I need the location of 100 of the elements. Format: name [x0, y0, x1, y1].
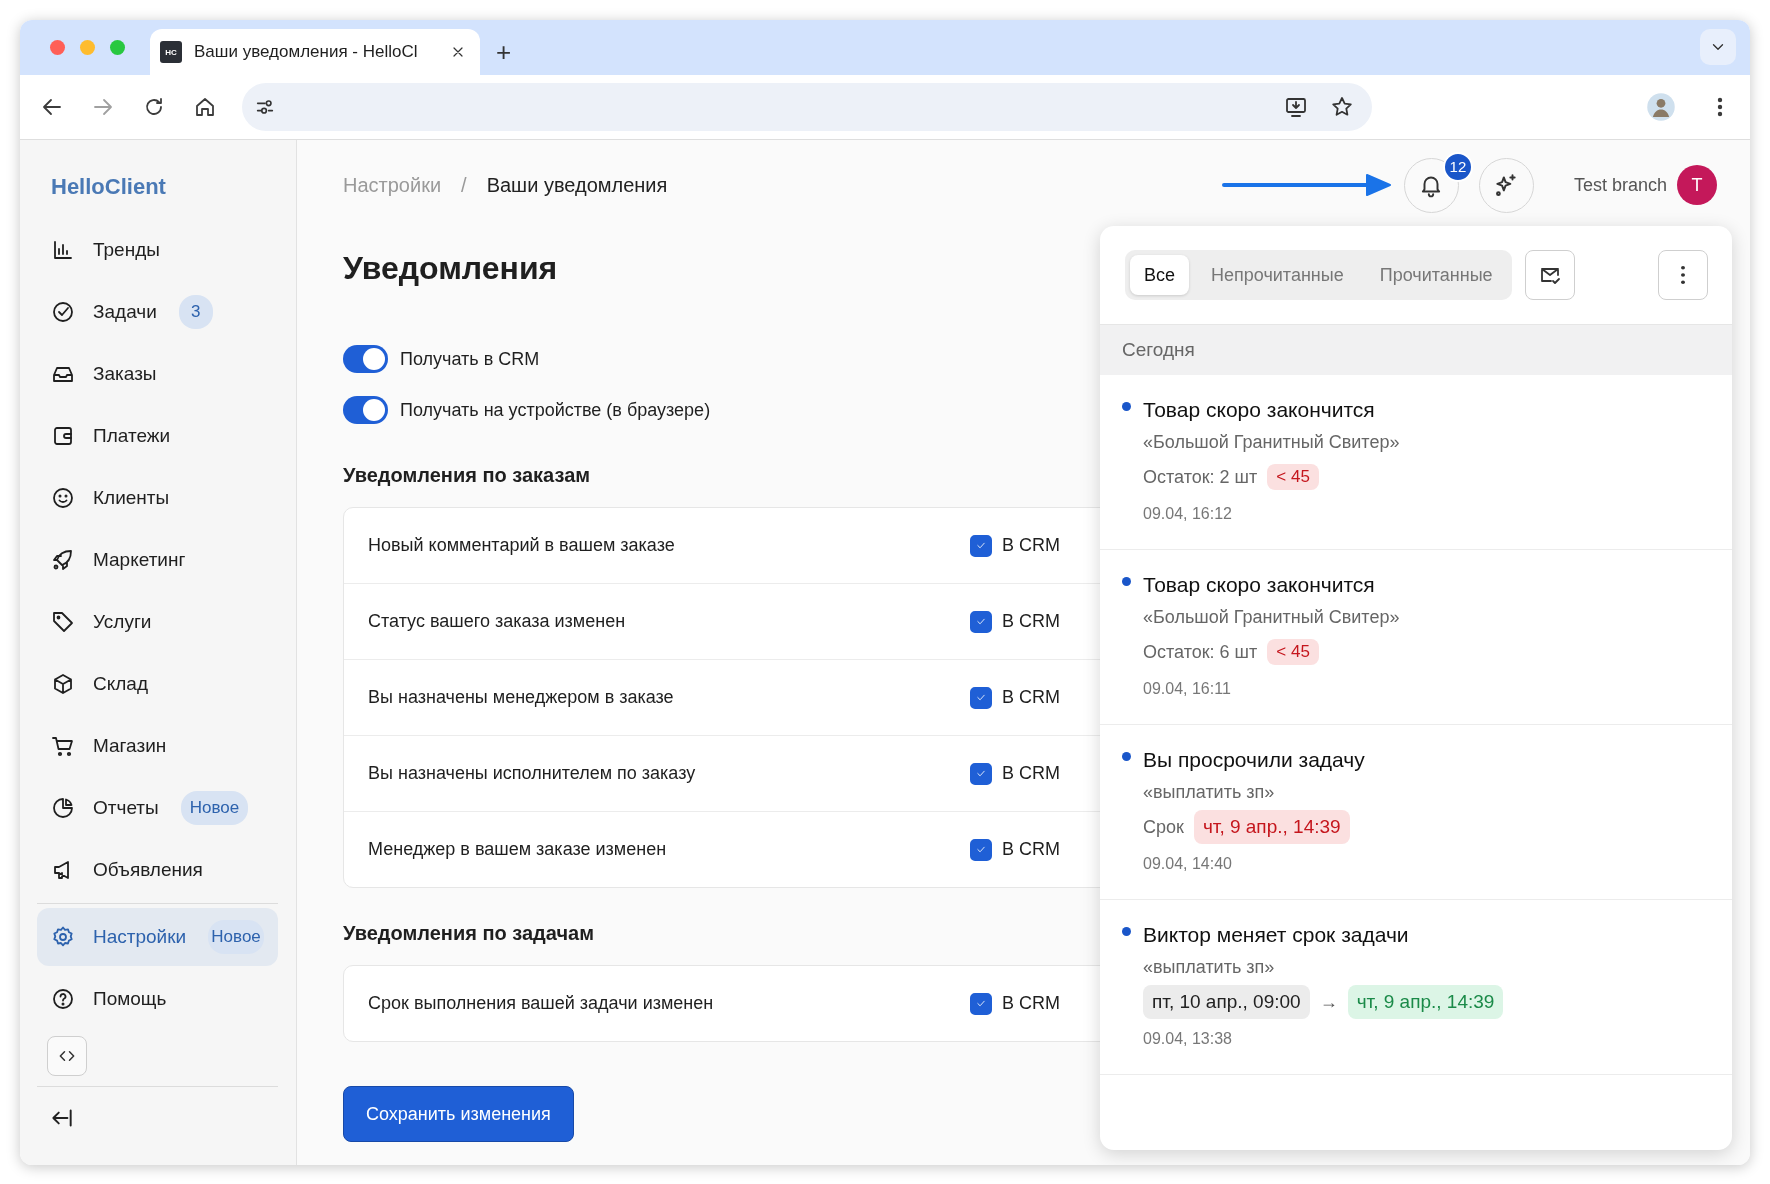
breadcrumb-separator: /: [461, 173, 467, 197]
setting-label: Срок выполнения вашей задачи изменен: [368, 993, 714, 1014]
star-icon[interactable]: [1330, 95, 1354, 119]
profile-avatar[interactable]: [1646, 92, 1676, 122]
new-tab-button[interactable]: +: [496, 37, 512, 67]
notification-subtitle: «выплатить зп»: [1143, 956, 1276, 979]
checkbox[interactable]: [970, 762, 992, 785]
checkmark-icon: [974, 540, 988, 551]
sidebar-item[interactable]: Отчеты Новое: [37, 777, 278, 839]
cart-icon: [51, 734, 75, 758]
detail-label: Остаток: 6 шт: [1143, 641, 1258, 663]
tab-title: Ваши уведомления - HelloCl: [194, 42, 419, 62]
home-icon[interactable]: [193, 95, 217, 119]
notification-count-badge: 12: [1442, 151, 1473, 182]
sidebar-badge: 3: [178, 295, 213, 329]
sidebar-label: Клиенты: [93, 487, 170, 509]
sidebar-label: Помощь: [93, 988, 167, 1010]
notification-title: Вы просрочили задачу: [1143, 748, 1365, 772]
status-tag: < 45: [1267, 639, 1319, 665]
sidebar-item[interactable]: Заказы: [37, 343, 278, 405]
checkmark-icon: [974, 616, 988, 627]
more-icon: [1681, 266, 1685, 284]
sidebar-label: Задачи: [93, 301, 157, 323]
sidebar-badge: Новое: [180, 791, 249, 825]
cube-icon: [51, 672, 75, 696]
sidebar-item[interactable]: Склад: [37, 653, 278, 715]
status-tag: чт, 9 апр., 14:39: [1193, 810, 1350, 844]
wallet-icon: [51, 424, 75, 448]
filter-tab[interactable]: Все: [1130, 255, 1190, 295]
sidebar-item[interactable]: Помощь: [37, 968, 278, 1030]
install-icon[interactable]: [1284, 95, 1308, 119]
sidebar-label: Склад: [93, 673, 148, 695]
detail-label: Остаток: 2 шт: [1143, 466, 1258, 488]
checkmark-icon: [974, 692, 988, 703]
user-avatar[interactable]: T: [1677, 165, 1717, 205]
sidebar-item[interactable]: Платежи: [37, 405, 278, 467]
sidebar-item[interactable]: Клиенты: [37, 467, 278, 529]
sidebar-item[interactable]: Магазин: [37, 715, 278, 777]
setting-label: Новый комментарий в вашем заказе: [368, 535, 675, 556]
checkmark-icon: [974, 998, 988, 1009]
notification-title: Товар скоро закончится: [1143, 573, 1375, 597]
toggle-label: Получать на устройстве (в браузере): [400, 399, 711, 421]
notification-time: 09.04, 16:12: [1143, 504, 1233, 524]
notification-item[interactable]: Товар скоро закончится «Большой Гранитный Свитер» Остаток: 2 шт < 45 09.04, 16:12: [1100, 375, 1732, 550]
browser-tab[interactable]: HC Ваши уведомления - HelloCl: [150, 29, 480, 75]
setting-label: Вы назначены исполнителем по заказу: [368, 763, 696, 784]
sidebar-label: Маркетинг: [93, 549, 186, 571]
notification-subtitle: «выплатить зп»: [1143, 781, 1276, 804]
save-button[interactable]: Сохранить изменения: [343, 1086, 574, 1142]
branch-name[interactable]: Test branch: [1573, 174, 1667, 196]
rocket-icon: [51, 548, 75, 572]
checkbox-label: В CRM: [1002, 611, 1060, 632]
sidebar-label: Заказы: [93, 363, 157, 385]
toggle-label: Получать в CRM: [400, 348, 540, 370]
filter-tab[interactable]: Прочитанные: [1365, 255, 1507, 295]
notification-item[interactable]: Виктор меняет срок задачи «выплатить зп» пт, 10 апр., 09:00 → чт, 9 апр., 14:39 09.04, 13:38: [1100, 900, 1732, 1075]
sidebar-item[interactable]: Маркетинг: [37, 529, 278, 591]
checkbox[interactable]: [970, 686, 992, 709]
mark-read-button[interactable]: [1524, 250, 1575, 300]
filter-tab[interactable]: Непрочитанные: [1197, 255, 1358, 295]
section-title: Уведомления по заказам: [343, 464, 591, 487]
sidebar-label: Магазин: [93, 735, 167, 757]
toggle-switch[interactable]: [343, 345, 388, 373]
notification-subtitle: «Большой Гранитный Свитер»: [1143, 431, 1401, 454]
notification-item[interactable]: Вы просрочили задачу «выплатить зп» Срок чт, 9 апр., 14:39 09.04, 14:40: [1100, 725, 1732, 900]
page-title: Уведомления: [343, 250, 558, 287]
favicon: HC: [160, 41, 182, 63]
check-circle-icon: [51, 300, 75, 324]
checkbox-label: В CRM: [1002, 763, 1060, 784]
toggle-switch[interactable]: [343, 396, 388, 424]
sidebar-item[interactable]: Услуги: [37, 591, 278, 653]
checkbox[interactable]: [970, 610, 992, 633]
chart-icon: [51, 238, 75, 262]
notification-title: Товар скоро закончится: [1143, 398, 1375, 422]
tag-icon: [51, 610, 75, 634]
checkmark-icon: [974, 844, 988, 855]
detail-label: Срок: [1143, 816, 1184, 838]
sidebar-item[interactable]: Настройки Новое: [37, 908, 278, 966]
checkbox-label: В CRM: [1002, 535, 1060, 556]
sidebar-label: Платежи: [93, 425, 171, 447]
smiley-icon: [51, 486, 75, 510]
notification-time: 09.04, 16:11: [1143, 679, 1232, 699]
breadcrumb: Ваши уведомления: [486, 173, 668, 197]
section-title: Уведомления по задачам: [343, 922, 594, 945]
sidebar-item[interactable]: Задачи 3: [37, 281, 278, 343]
checkbox[interactable]: [970, 838, 992, 861]
checkbox[interactable]: [970, 534, 992, 557]
sidebar-label: Тренды: [93, 239, 160, 261]
app-logo: HelloClient: [50, 174, 167, 201]
sidebar-item[interactable]: Тренды: [37, 219, 278, 281]
notification-subtitle: «Большой Гранитный Свитер»: [1143, 606, 1401, 629]
sidebar-badge: Новое: [208, 920, 264, 954]
code-button[interactable]: [47, 1036, 87, 1076]
new-date-tag: чт, 9 апр., 14:39: [1347, 985, 1504, 1019]
setting-label: Вы назначены менеджером в заказе: [368, 687, 674, 708]
notification-time: 09.04, 14:40: [1143, 854, 1233, 874]
checkbox[interactable]: [970, 992, 992, 1015]
arrow-symbol: →: [1319, 991, 1338, 1013]
sidebar-item[interactable]: Объявления: [37, 839, 278, 901]
notification-item[interactable]: Товар скоро закончится «Большой Гранитный Свитер» Остаток: 6 шт < 45 09.04, 16:11: [1100, 550, 1732, 725]
